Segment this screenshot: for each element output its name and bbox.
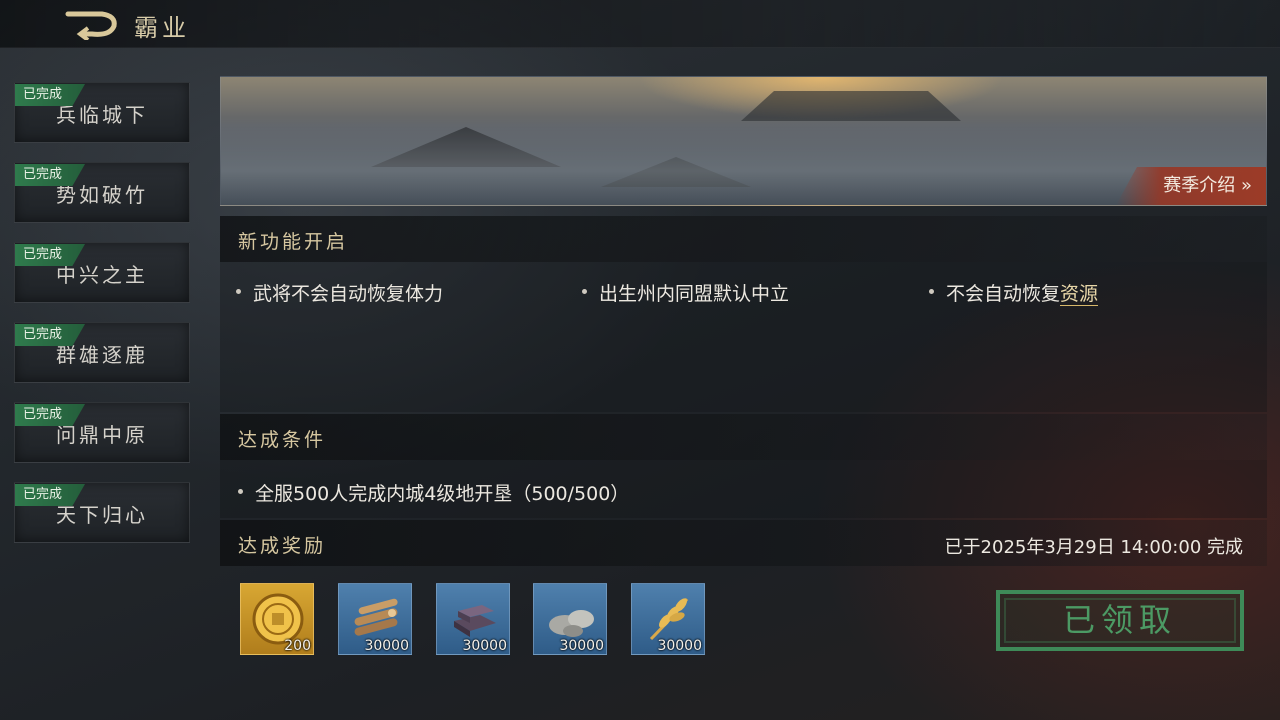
feature-text: 不会自动恢复 (946, 283, 1061, 305)
rewards-header: 达成奖励 已于2025年3月29日 14:00:00 完成 (220, 520, 1267, 566)
sidebar-item-2[interactable]: 势如破竹 已完成 (14, 162, 190, 223)
bullet-dot-icon (238, 489, 243, 494)
reward-item-wood[interactable]: 30000 (338, 583, 412, 655)
bullet-dot-icon (929, 289, 934, 294)
reward-item-gold[interactable]: 200 (240, 583, 314, 655)
reward-quantity: 200 (284, 638, 311, 654)
sidebar-item-3[interactable]: 中兴之主 已完成 (14, 242, 190, 303)
feature-item: 武将不会自动恢复体力 (236, 279, 443, 306)
completion-time: 已于2025年3月29日 14:00:00 完成 (944, 537, 1243, 558)
reward-item-grain[interactable]: 30000 (631, 583, 705, 655)
top-bar: 霸业 (0, 0, 1280, 48)
sidebar-item-1[interactable]: 兵临城下 已完成 (14, 82, 190, 143)
rewards-title: 达成奖励 (238, 535, 327, 557)
sidebar: 兵临城下 已完成 势如破竹 已完成 中兴之主 已完成 群雄逐鹿 已完成 问鼎中原… (14, 82, 190, 562)
season-banner: 赛季介绍 » (220, 76, 1267, 206)
conditions-body: 全服500人完成内城4级地开垦（500/500） (220, 460, 1267, 518)
feature-item: 不会自动恢复资源 (929, 279, 1099, 306)
reward-quantity: 30000 (364, 638, 409, 654)
features-body: 武将不会自动恢复体力 出生州内同盟默认中立 不会自动恢复资源 (220, 262, 1267, 412)
resource-link[interactable]: 资源 (1060, 283, 1099, 306)
sidebar-item-4[interactable]: 群雄逐鹿 已完成 (14, 322, 190, 383)
bullet-dot-icon (582, 289, 587, 294)
banner-fog (221, 117, 1266, 205)
back-button[interactable] (62, 8, 122, 42)
feature-text: 出生州内同盟默认中立 (599, 283, 790, 305)
conditions-header: 达成条件 (220, 414, 1267, 460)
sidebar-item-5[interactable]: 问鼎中原 已完成 (14, 402, 190, 463)
features-header: 新功能开启 (220, 216, 1267, 262)
feature-text: 武将不会自动恢复体力 (253, 283, 444, 305)
conditions-title: 达成条件 (238, 429, 327, 451)
condition-item: 全服500人完成内城4级地开垦（500/500） (238, 479, 629, 506)
feature-item: 出生州内同盟默认中立 (582, 279, 789, 306)
reward-quantity: 30000 (462, 638, 507, 654)
reward-item-stone[interactable]: 30000 (533, 583, 607, 655)
season-intro-button[interactable]: 赛季介绍 » (1116, 167, 1266, 205)
claimed-stamp: 已领取 (996, 590, 1244, 651)
page-title: 霸业 (134, 14, 190, 42)
features-title: 新功能开启 (238, 231, 349, 253)
reward-item-iron[interactable]: 30000 (436, 583, 510, 655)
sidebar-item-6[interactable]: 天下归心 已完成 (14, 482, 190, 543)
condition-text: 全服500人完成内城4级地开垦（500/500） (255, 483, 630, 505)
reward-quantity: 30000 (559, 638, 604, 654)
reward-quantity: 30000 (657, 638, 702, 654)
bullet-dot-icon (236, 289, 241, 294)
back-arrow-icon (65, 11, 117, 42)
